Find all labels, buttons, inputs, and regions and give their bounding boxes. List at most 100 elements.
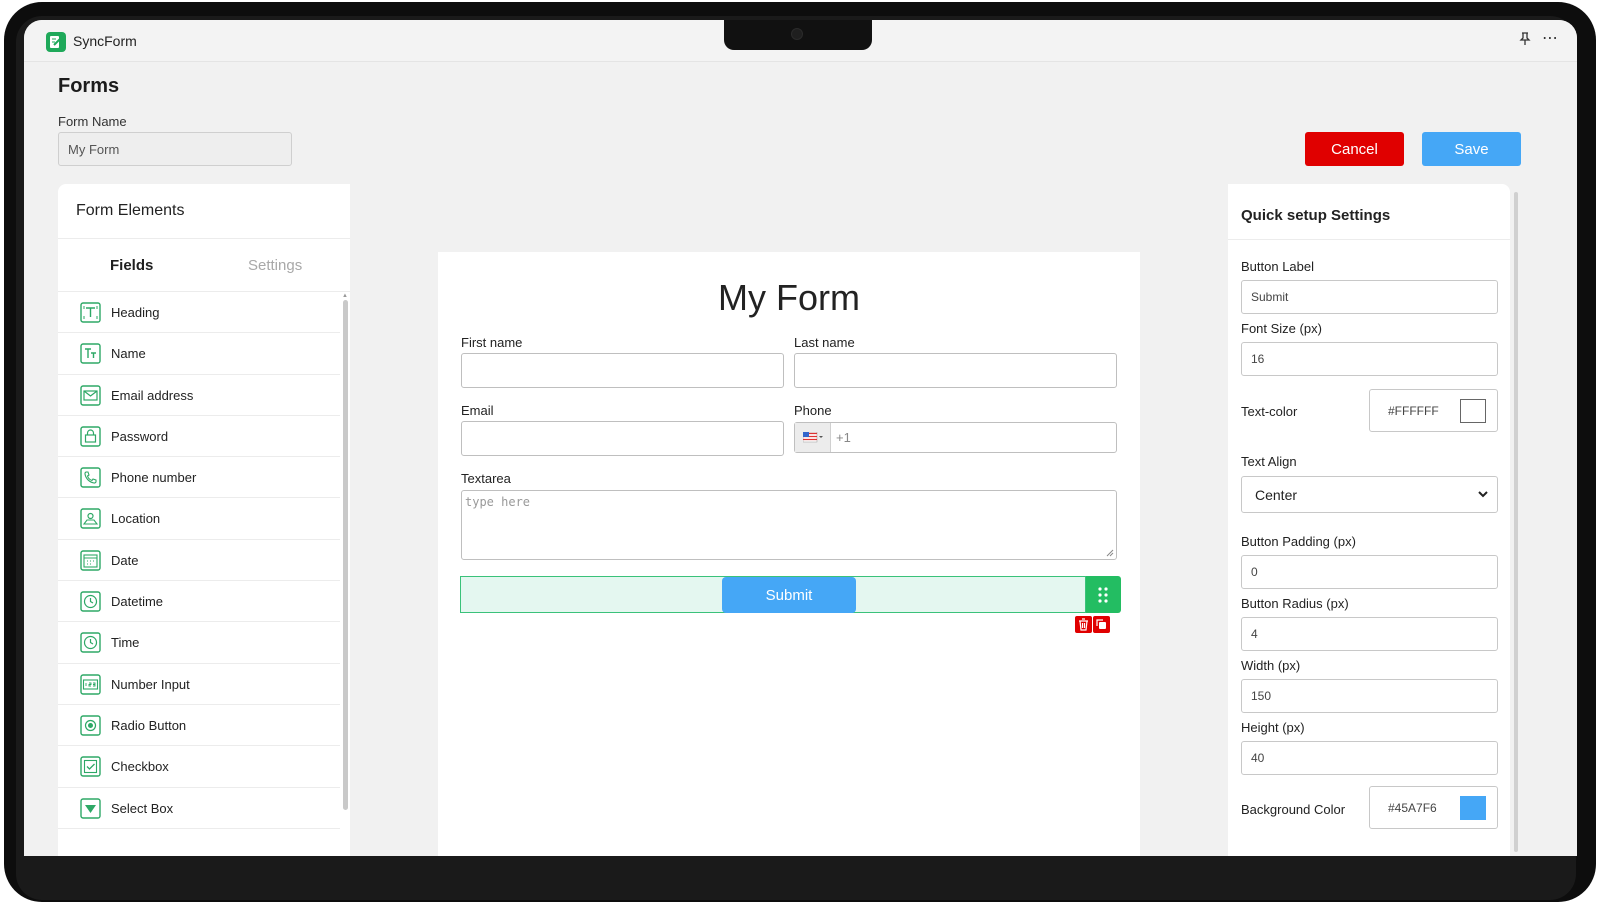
field-item-label: Location [111,511,161,527]
location-icon [80,508,101,530]
textarea-placeholder: type here [465,495,531,509]
last-name-label: Last name [794,335,855,350]
width-input[interactable] [1241,679,1498,713]
field-item-location[interactable]: Location [58,498,340,540]
tab-settings[interactable]: Settings [248,257,302,274]
field-item-label: Number Input [111,676,190,692]
text-icon [80,343,101,364]
divider [58,238,350,239]
scrollbar[interactable] [343,300,348,810]
field-item-phone[interactable]: Phone number [58,457,340,499]
page-title: Forms [58,75,120,97]
cancel-button[interactable]: Cancel [1305,132,1404,166]
textarea-input[interactable]: type here [461,490,1117,560]
background-color-swatch[interactable] [1460,796,1486,820]
form-elements-panel: Form Elements Fields Settings ▲ Heading … [58,184,350,856]
lock-icon [80,426,101,447]
font-size-label: Font Size (px) [1241,321,1322,336]
field-item-label: Email address [111,387,194,403]
chevron-down-icon [1478,491,1488,498]
clock-icon [80,632,101,654]
form-canvas: My Form First name Last name Email Phone… [438,252,1140,856]
field-item-checkbox[interactable]: Checkbox [58,746,340,788]
more-options-icon[interactable]: ⋯ [1542,31,1559,47]
envelope-icon [80,384,101,406]
form-name-input[interactable] [58,132,292,166]
email-label: Email [461,403,494,418]
first-name-input[interactable] [461,353,784,388]
phone-icon [80,467,101,488]
email-input[interactable] [461,421,784,456]
background-color-picker[interactable]: #45A7F6 [1369,786,1498,829]
field-item-label: Checkbox [111,759,169,775]
field-item-label: Phone number [111,470,197,486]
field-item-label: Password [111,428,169,444]
grip-icon [1098,587,1108,603]
panel-title: Form Elements [76,202,185,219]
text-color-swatch[interactable] [1460,399,1486,423]
text-color-picker[interactable]: #FFFFFF [1369,389,1498,432]
text-align-label: Text Align [1241,454,1297,469]
field-item-label: Time [111,635,140,651]
divider [1228,239,1510,240]
number-icon [80,673,101,695]
heading-icon [80,302,101,323]
font-size-input[interactable] [1241,342,1498,376]
field-item-label: Date [111,552,139,568]
text-color-hex: #FFFFFF [1388,404,1439,418]
scrollbar[interactable] [1514,192,1518,852]
field-list: Heading Name Email address Password Phon… [58,292,340,829]
duplicate-button[interactable] [1093,616,1110,633]
field-item-email[interactable]: Email address [58,375,340,416]
camera-notch [724,20,872,50]
field-item-label: Name [111,346,146,362]
text-color-label: Text-color [1241,404,1298,419]
drag-handle[interactable] [1086,576,1121,613]
calendar-icon [80,550,101,571]
phone-input[interactable]: +1 [794,422,1117,453]
field-item-radio[interactable]: Radio Button [58,705,340,747]
field-item-name[interactable]: Name [58,333,340,375]
background-color-label: Background Color [1241,802,1346,817]
field-item-date[interactable]: Date [58,540,340,582]
height-input[interactable] [1241,741,1498,775]
select-icon [80,797,101,819]
field-item-datetime[interactable]: Datetime [58,581,340,623]
last-name-input[interactable] [794,353,1117,388]
button-radius-label: Button Radius (px) [1241,596,1349,611]
phone-prefix: +1 [836,430,851,445]
form-name-label: Form Name [58,114,127,129]
panel-title: Quick setup Settings [1241,207,1391,224]
trash-icon [1079,618,1088,631]
tab-fields[interactable]: Fields [110,257,153,274]
field-item-heading[interactable]: Heading [58,292,340,334]
pin-icon[interactable] [1519,32,1531,51]
delete-button[interactable] [1075,616,1092,633]
clock-icon [80,591,101,612]
button-label-label: Button Label [1241,259,1315,274]
button-padding-input[interactable] [1241,555,1498,589]
background-color-hex: #45A7F6 [1388,801,1437,815]
height-label: Height (px) [1241,720,1305,735]
textarea-label: Textarea [461,471,511,486]
field-item-label: Radio Button [111,717,187,733]
text-align-value: Center [1255,487,1298,503]
resize-handle-icon[interactable] [1106,549,1114,557]
checkbox-icon [80,756,101,777]
submit-row-selected[interactable]: Submit [460,576,1086,613]
width-label: Width (px) [1241,658,1301,673]
country-selector[interactable] [795,423,831,452]
text-align-select[interactable]: Center [1241,476,1498,513]
button-radius-input[interactable] [1241,617,1498,651]
scroll-up-icon[interactable]: ▲ [342,293,348,299]
field-item-number[interactable]: Number Input [58,664,340,705]
button-label-input[interactable] [1241,280,1498,314]
app-window: SyncForm ⋯ Forms Form Name Cancel Save F… [24,20,1577,856]
save-button[interactable]: Save [1422,132,1521,166]
field-item-password[interactable]: Password [58,416,340,458]
app-logo-icon [46,32,66,52]
field-item-select[interactable]: Select Box [58,788,340,829]
submit-button[interactable]: Submit [722,577,856,613]
phone-label: Phone [794,403,832,418]
field-item-time[interactable]: Time [58,622,340,664]
